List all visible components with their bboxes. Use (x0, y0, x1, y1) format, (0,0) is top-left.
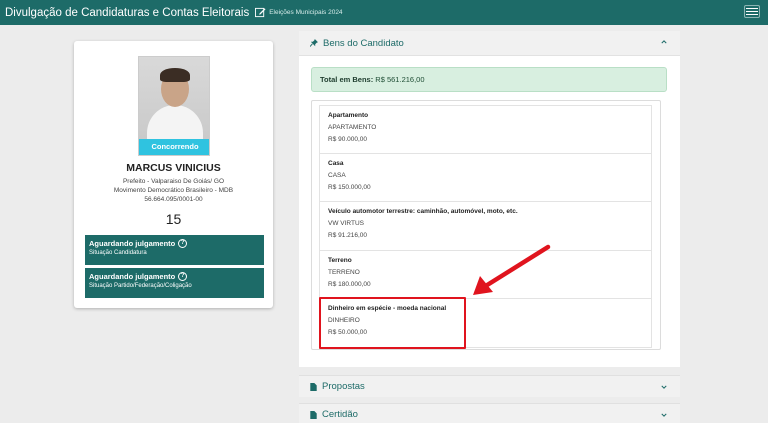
edit-icon[interactable] (255, 7, 266, 18)
bens-header[interactable]: Bens do Candidato (299, 31, 680, 56)
judgement-subtitle: Situação Candidatura (89, 250, 147, 256)
judgement-subtitle: Situação Partido/Federação/Coligação (89, 283, 192, 289)
list-item: Casa CASA R$ 150.000,00 (319, 153, 652, 202)
annotation-highlight-box (319, 297, 466, 349)
status-badge: Concorrendo (139, 139, 209, 155)
accordion-propostas[interactable]: Propostas (299, 375, 680, 397)
total-bens: Total em Bens: R$ 561.216,00 (311, 67, 667, 92)
accordion-certidao[interactable]: Certidão (299, 403, 680, 423)
candidate-number: 15 (165, 211, 182, 227)
item-title: Veículo automotor terrestre: caminhão, a… (328, 208, 518, 215)
file-icon (310, 382, 317, 391)
item-title: Casa (328, 159, 344, 167)
menu-icon[interactable] (744, 5, 760, 18)
candidate-party: Movimento Democrático Brasileiro - MDB (113, 187, 234, 194)
file-icon (310, 410, 317, 419)
judgement-title: Aguardando julgamento (89, 239, 176, 248)
chevron-down-icon[interactable] (661, 384, 667, 390)
candidate-cnpj: 56.664.095/0001-00 (144, 196, 203, 203)
bens-title: Bens do Candidato (323, 37, 404, 49)
election-subtitle: Eleições Municipais 2024 (269, 9, 343, 16)
judgement-candidatura: Aguardando julgamento? Situação Candidat… (85, 235, 264, 265)
item-desc: APARTAMENTO (328, 124, 377, 131)
judgement-title: Aguardando julgamento (89, 272, 176, 281)
item-desc: CASA (328, 171, 346, 179)
candidate-name: MARCUS VINICIUS (126, 162, 221, 174)
candidate-card: Concorrendo MARCUS VINICIUS Prefeito - V… (74, 41, 273, 308)
annotation-arrow-icon (473, 244, 551, 295)
total-value: R$ 561.216,00 (375, 75, 425, 84)
judgement-partido: Aguardando julgamento? Situação Partido/… (85, 268, 264, 298)
item-value: R$ 91.216,00 (328, 232, 368, 239)
total-label: Total em Bens: (320, 75, 374, 84)
candidate-photo: Concorrendo (138, 56, 210, 156)
help-icon[interactable]: ? (178, 272, 188, 281)
item-title: Apartamento (328, 112, 369, 119)
pushpin-icon (310, 39, 318, 47)
help-icon[interactable]: ? (178, 239, 188, 248)
candidate-role: Prefeito - Valparaiso De Goiás/ GO (122, 178, 225, 185)
list-item: Apartamento APARTAMENTO R$ 90.000,00 (319, 105, 652, 154)
propostas-title: Propostas (322, 381, 365, 392)
chevron-up-icon[interactable] (661, 39, 667, 45)
item-desc: VW VIRTUS (328, 220, 364, 227)
certidao-title: Certidão (322, 409, 358, 420)
item-value: R$ 90.000,00 (328, 136, 368, 143)
chevron-down-icon[interactable] (661, 412, 667, 418)
item-value: R$ 150.000,00 (328, 183, 371, 191)
top-navbar: Divulgação de Candidaturas e Contas Elei… (0, 0, 768, 25)
app-title[interactable]: Divulgação de Candidaturas e Contas Elei… (5, 7, 249, 19)
